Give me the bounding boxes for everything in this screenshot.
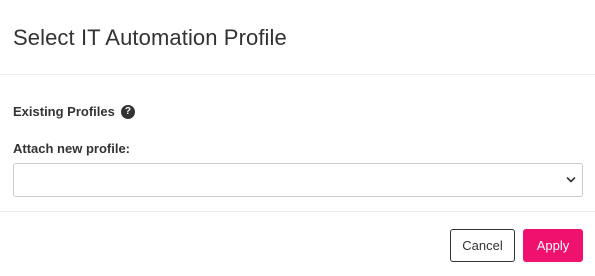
dialog-title: Select IT Automation Profile <box>13 24 287 50</box>
dialog-body: Existing Profiles ? Attach new profile: <box>0 75 595 212</box>
select-profile-dialog: Select IT Automation Profile Existing Pr… <box>0 0 595 276</box>
existing-profiles-label: Existing Profiles <box>13 104 115 119</box>
cancel-button[interactable]: Cancel <box>450 229 515 262</box>
question-circle-icon[interactable]: ? <box>120 104 135 119</box>
dialog-header: Select IT Automation Profile <box>0 0 595 75</box>
chevron-down-icon <box>566 177 576 183</box>
dialog-footer: Cancel Apply <box>0 212 595 276</box>
apply-button[interactable]: Apply <box>523 229 583 262</box>
attach-profile-label: Attach new profile: <box>13 141 131 156</box>
existing-profiles-row: Existing Profiles ? <box>13 104 135 119</box>
attach-profile-select[interactable] <box>13 163 583 197</box>
